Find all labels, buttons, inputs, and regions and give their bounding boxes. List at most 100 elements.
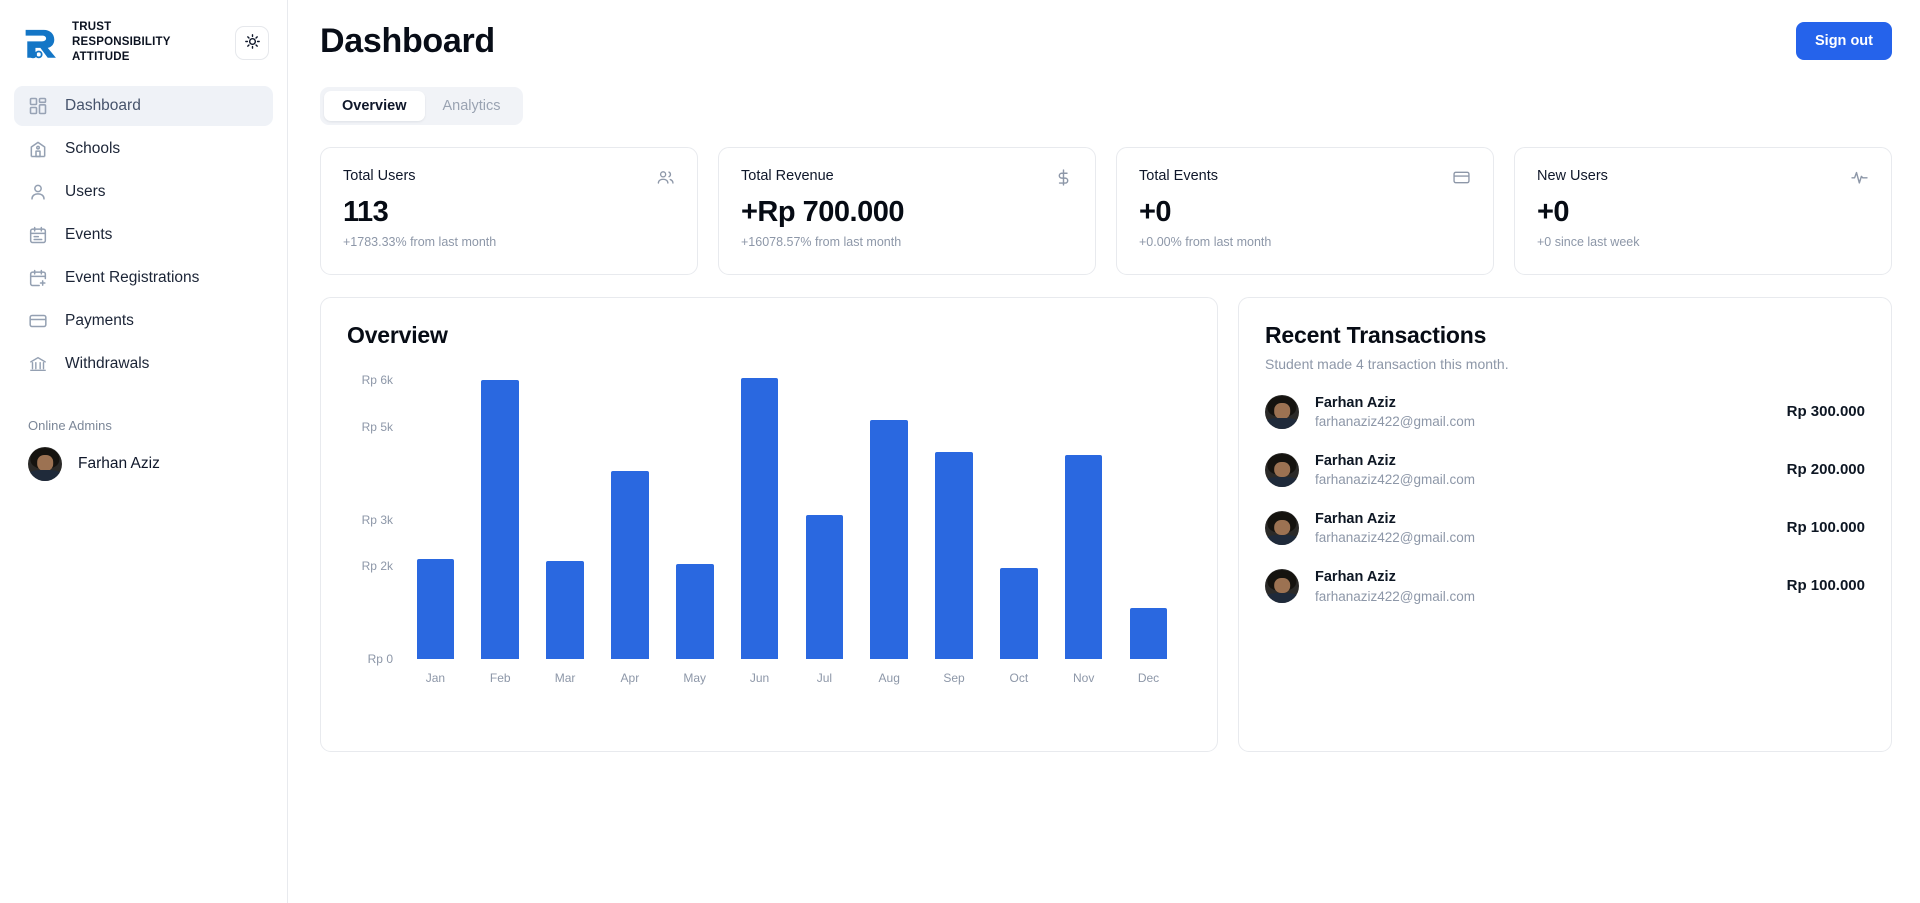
x-axis-label: Oct xyxy=(1009,671,1029,685)
chart-bar[interactable] xyxy=(416,559,455,659)
stat-card-value: 113 xyxy=(343,196,389,228)
calendar-plus-icon xyxy=(28,267,49,288)
sidebar-item-withdrawals[interactable]: Withdrawals xyxy=(14,344,273,384)
activity-pulse-icon xyxy=(1850,168,1869,187)
chart-bars xyxy=(403,371,1181,659)
school-building-icon xyxy=(28,138,49,159)
avatar xyxy=(1265,568,1299,603)
overview-bar-chart: Rp 6k Rp 5k Rp 3k Rp 2k Rp 0 Jan Feb Mar Apr May… xyxy=(347,363,1191,693)
chart-bar[interactable] xyxy=(1129,607,1168,659)
y-axis-tick: Rp 0 xyxy=(367,652,393,666)
sidebar-item-label: Withdrawals xyxy=(65,354,150,372)
chart-bar-column[interactable] xyxy=(597,371,662,659)
chart-bar-column[interactable] xyxy=(986,371,1051,659)
page-header: Dashboard Sign out xyxy=(320,22,1892,61)
chart-bar-column[interactable] xyxy=(468,371,533,659)
chart-bar[interactable] xyxy=(870,419,908,659)
y-axis-tick: Rp 2k xyxy=(361,559,393,574)
x-axis-label: Jul xyxy=(816,671,833,685)
chart-bar-column[interactable] xyxy=(857,371,922,659)
stat-card-subtext: +16078.57% from last month xyxy=(741,235,902,249)
transaction-name: Farhan Aziz xyxy=(1315,511,1396,528)
transaction-email: farhanaziz422@gmail.com xyxy=(1315,472,1476,488)
tab-analytics[interactable]: Analytics xyxy=(425,91,519,121)
chart-bar[interactable] xyxy=(805,515,844,659)
ra-monogram-logo-icon xyxy=(22,25,62,61)
transaction-info: Farhan Aziz farhanaziz422@gmail.com xyxy=(1315,452,1771,487)
sidebar-item-label: Event Registrations xyxy=(65,268,200,286)
chart-bar-column[interactable] xyxy=(403,371,468,659)
chart-bar[interactable] xyxy=(611,470,649,659)
chart-bar[interactable] xyxy=(1064,454,1103,659)
avatar xyxy=(1265,510,1299,545)
tab-overview[interactable]: Overview xyxy=(324,91,425,121)
brand: TRUST RESPONSIBILITY ATTITUDE xyxy=(22,20,171,66)
sign-out-button[interactable]: Sign out xyxy=(1796,22,1892,60)
chart-bar-column[interactable] xyxy=(922,371,987,659)
brand-name: TRUST RESPONSIBILITY ATTITUDE xyxy=(72,21,171,64)
stat-card-subtext: +0 since last week xyxy=(1537,235,1640,249)
x-axis-label: Mar xyxy=(554,671,576,685)
transaction-amount: Rp 200.000 xyxy=(1786,461,1865,479)
chart-bar[interactable] xyxy=(546,561,584,659)
transaction-row[interactable]: Farhan Aziz farhanaziz422@gmail.com Rp 100… xyxy=(1265,568,1865,604)
avatar xyxy=(1265,452,1299,487)
stat-card-subtext: +0.00% from last month xyxy=(1139,235,1272,249)
brand-row: TRUST RESPONSIBILITY ATTITUDE xyxy=(0,8,287,82)
theme-toggle-button[interactable] xyxy=(235,25,269,60)
transactions-title: Recent Transactions xyxy=(1265,322,1487,348)
chart-bar-column[interactable] xyxy=(1116,371,1181,659)
chart-bar-column[interactable] xyxy=(533,371,598,659)
calendar-icon xyxy=(28,224,49,245)
sidebar-item-events[interactable]: Events xyxy=(14,215,273,255)
transaction-email: farhanaziz422@gmail.com xyxy=(1315,414,1476,430)
stat-card-subtext: +1783.33% from last month xyxy=(343,235,497,249)
sidebar-item-label: Users xyxy=(65,182,106,200)
sidebar-item-schools[interactable]: Schools xyxy=(14,129,273,169)
sidebar-item-event-registrations[interactable]: Event Registrations xyxy=(14,258,273,298)
transaction-info: Farhan Aziz farhanaziz422@gmail.com xyxy=(1315,568,1771,603)
chart-plot-area: Rp 6k Rp 5k Rp 3k Rp 2k Rp 0 xyxy=(362,371,1181,666)
x-axis-label: Nov xyxy=(1073,671,1095,685)
transaction-email: farhanaziz422@gmail.com xyxy=(1315,530,1476,546)
y-axis-tick: Rp 6k xyxy=(361,373,393,388)
stat-card-total-revenue: Total Revenue +Rp 700.000 +16078.57% fro… xyxy=(718,147,1096,275)
stat-card-total-events: Total Events +0 +0.00% from last month xyxy=(1116,147,1494,275)
sidebar-nav: Dashboard Schools Users Events Event Reg… xyxy=(0,82,287,384)
stat-card-title: Total Users xyxy=(343,168,416,184)
dollar-sign-icon xyxy=(1054,168,1073,187)
chart-bar[interactable] xyxy=(935,452,973,659)
stat-card-value: +0 xyxy=(1139,196,1172,228)
tab-bar: Overview Analytics xyxy=(320,87,523,125)
sun-icon xyxy=(244,33,261,53)
transaction-name: Farhan Aziz xyxy=(1315,569,1396,586)
sidebar-item-label: Payments xyxy=(65,311,134,329)
x-axis-label: May xyxy=(683,671,707,685)
transaction-amount: Rp 100.000 xyxy=(1786,519,1865,537)
transaction-row[interactable]: Farhan Aziz farhanaziz422@gmail.com Rp 200… xyxy=(1265,452,1865,487)
x-axis-labels: Jan Feb Mar Apr May Jun Jul Aug Sep Oct Nov Dec xyxy=(403,671,1181,685)
avatar xyxy=(1265,394,1299,429)
sidebar-item-payments[interactable]: Payments xyxy=(14,301,273,341)
online-admin-item[interactable]: Farhan Aziz xyxy=(0,439,287,489)
x-axis-label: Apr xyxy=(620,671,640,685)
main-content: Dashboard Sign out Overview Analytics To… xyxy=(288,0,1920,903)
chart-bar[interactable] xyxy=(1000,568,1038,659)
sidebar-item-users[interactable]: Users xyxy=(14,172,273,212)
transaction-row[interactable]: Farhan Aziz farhanaziz422@gmail.com Rp 300… xyxy=(1265,394,1865,429)
sidebar-item-dashboard[interactable]: Dashboard xyxy=(14,85,273,126)
chart-bar-column[interactable] xyxy=(1051,371,1116,659)
transaction-amount: Rp 100.000 xyxy=(1786,577,1865,595)
recent-transactions-panel: Recent Transactions Student made 4 trans… xyxy=(1238,297,1892,752)
chart-bar-column[interactable] xyxy=(662,371,727,659)
transactions-list: Farhan Aziz farhanaziz422@gmail.com Rp 300… xyxy=(1265,394,1865,604)
chart-bar[interactable] xyxy=(675,563,714,659)
transaction-info: Farhan Aziz farhanaziz422@gmail.com xyxy=(1315,510,1771,545)
chart-bar[interactable] xyxy=(740,377,779,659)
chart-bar[interactable] xyxy=(481,380,520,659)
transaction-row[interactable]: Farhan Aziz farhanaziz422@gmail.com Rp 100… xyxy=(1265,510,1865,545)
overview-title: Overview xyxy=(347,322,448,348)
dashboard-app: TRUST RESPONSIBILITY ATTITUDE Dashboard … xyxy=(0,0,1920,903)
chart-bar-column[interactable] xyxy=(727,371,792,659)
chart-bar-column[interactable] xyxy=(792,371,857,659)
